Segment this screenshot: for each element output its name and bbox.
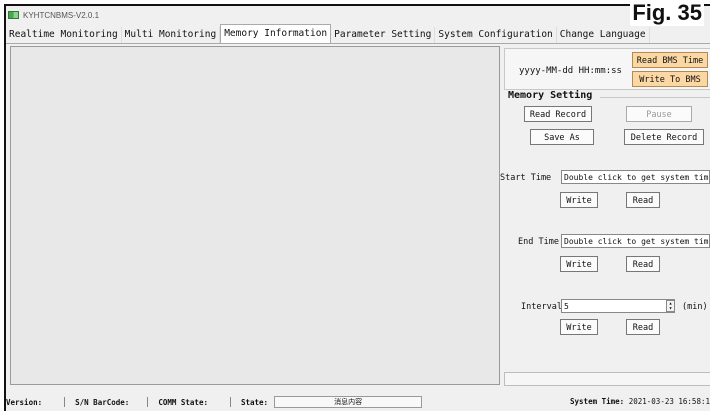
system-time: System Time: 2021-03-23 16:58:1 xyxy=(570,395,710,409)
group-divider xyxy=(600,97,710,98)
end-time-write-button[interactable]: Write xyxy=(560,256,598,272)
interval-input[interactable]: 5 xyxy=(561,299,675,313)
tab-bar: Realtime Monitoring Multi Monitoring Mem… xyxy=(6,24,650,43)
tab-parameter-setting[interactable]: Parameter Setting xyxy=(331,27,436,43)
figure-label: Fig. 35 xyxy=(630,0,704,26)
system-time-label: System Time: xyxy=(570,397,625,406)
read-bms-time-button[interactable]: Read BMS Time xyxy=(632,52,708,68)
sn-barcode-label: S/N BarCode: xyxy=(75,397,130,407)
end-time-input[interactable]: Double click to get system time xyxy=(561,234,710,248)
end-time-label: End Time xyxy=(518,237,559,247)
status-separator xyxy=(229,397,231,407)
interval-unit-label: (min) xyxy=(682,302,708,312)
app-battery-icon xyxy=(8,11,19,19)
tab-memory-information[interactable]: Memory Information xyxy=(220,24,332,43)
memory-records-panel xyxy=(10,46,500,385)
system-time-value: 2021-03-23 16:58:1 xyxy=(628,397,710,406)
delete-record-button[interactable]: Delete Record xyxy=(624,129,704,145)
interval-spin-icon[interactable]: ▴ ▾ xyxy=(666,300,675,312)
interval-write-button[interactable]: Write xyxy=(560,319,598,335)
datetime-format-text: yyyy-MM-dd HH:mm:ss xyxy=(519,66,622,76)
tab-change-language[interactable]: Change Language xyxy=(557,27,650,43)
pause-button[interactable]: Pause xyxy=(626,106,692,122)
state-label: State: xyxy=(240,397,269,407)
state-message-box: 消息内容 xyxy=(274,396,423,408)
progress-area xyxy=(504,372,710,386)
bms-time-box: yyyy-MM-dd HH:mm:ss Read BMS Time Write … xyxy=(504,48,710,90)
tab-realtime-monitoring[interactable]: Realtime Monitoring xyxy=(6,27,122,43)
version-label: Version: xyxy=(6,397,43,407)
read-record-button[interactable]: Read Record xyxy=(524,106,592,122)
memory-setting-title: Memory Setting xyxy=(508,90,596,101)
save-as-button[interactable]: Save As xyxy=(530,129,594,145)
title-bar: KYHTCNBMS-V2.0.1 xyxy=(8,8,99,22)
tab-system-configuration[interactable]: System Configuration xyxy=(435,27,557,43)
window-title: KYHTCNBMS-V2.0.1 xyxy=(23,10,100,20)
comm-state-label: COMM State: xyxy=(158,397,208,407)
start-time-label: Start Time xyxy=(500,173,552,183)
write-to-bms-button[interactable]: Write To BMS xyxy=(632,71,708,87)
tab-multi-monitoring[interactable]: Multi Monitoring xyxy=(122,27,221,43)
status-separator xyxy=(64,397,66,407)
start-time-write-button[interactable]: Write xyxy=(560,192,598,208)
interval-read-button[interactable]: Read xyxy=(626,319,660,335)
memory-control-panel: yyyy-MM-dd HH:mm:ss Read BMS Time Write … xyxy=(500,46,710,386)
end-time-read-button[interactable]: Read xyxy=(626,256,660,272)
status-bar: Version: S/N BarCode: COMM State: State:… xyxy=(6,395,710,409)
status-separator xyxy=(147,397,149,407)
start-time-input[interactable]: Double click to get system time xyxy=(561,170,710,184)
start-time-read-button[interactable]: Read xyxy=(626,192,660,208)
interval-label: Interval xyxy=(521,302,562,312)
